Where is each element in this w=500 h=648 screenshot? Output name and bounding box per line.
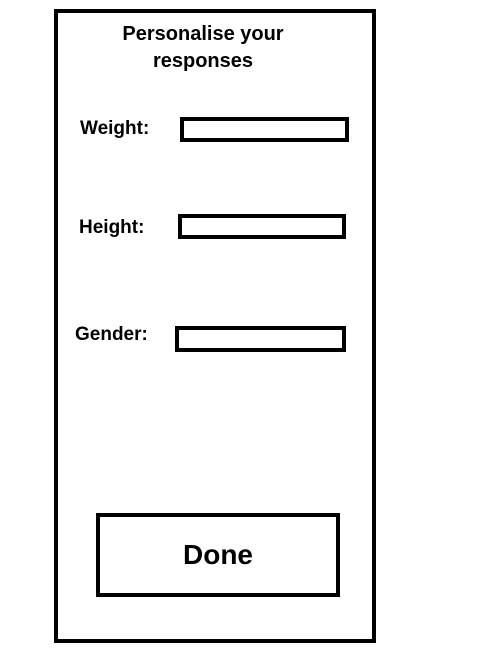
page-title: Personalise your responses	[122, 23, 284, 72]
weight-input[interactable]	[180, 117, 349, 142]
gender-label: Gender:	[75, 324, 148, 345]
done-button[interactable]: Done	[96, 513, 340, 597]
height-label: Height:	[79, 217, 145, 238]
height-input[interactable]	[178, 214, 346, 239]
gender-input[interactable]	[175, 326, 346, 352]
weight-label: Weight:	[80, 118, 150, 139]
